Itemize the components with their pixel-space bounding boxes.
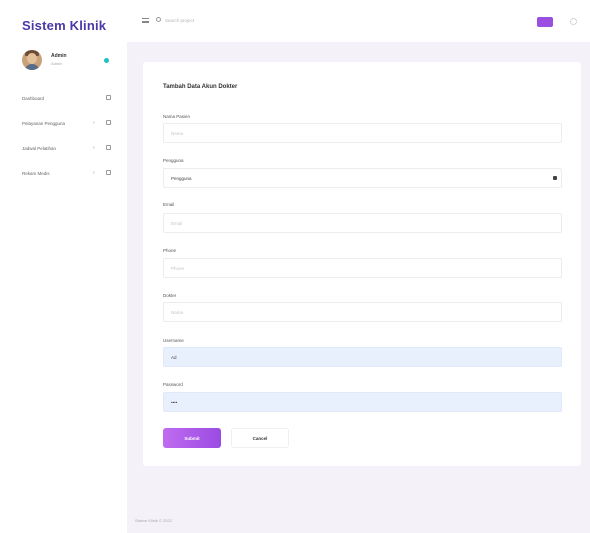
sidebar-item-pelayanan[interactable]: Pelayanan Pengguna › [0,111,127,136]
calendar-icon [106,145,111,150]
username-label: Username [163,338,184,343]
sidebar-item-rekam-medis[interactable]: Rekam Medis › [0,161,127,186]
sidebar-item-label: Pelayanan Pengguna [22,121,66,126]
user-profile[interactable]: Admin Admin [22,50,122,72]
sidebar-item-dashboard[interactable]: Dashboard [0,86,127,111]
sidebar-item-label: Jadwal Pelatihan [22,146,57,151]
grid-button[interactable] [537,17,553,27]
nama-pasien-input[interactable] [163,123,562,143]
pengguna-select-value: Pengguna [171,176,192,181]
username-field[interactable] [163,347,562,367]
footer-text: Sistem Klinik © 2022 [135,518,172,523]
dokter-field[interactable] [163,302,562,322]
dokter-label: Dokter [163,293,177,298]
cancel-button[interactable]: Cancel [231,428,289,448]
sidebar-item-label: Dashboard [22,96,45,101]
sidebar-item-label: Rekam Medis [22,171,50,176]
users-icon [106,120,111,125]
user-name: Admin [51,53,67,59]
sidebar-item-jadwal[interactable]: Jadwal Pelatihan › [0,136,127,161]
online-status-icon [104,58,109,63]
nama-pasien-label: Nama Pasien [163,114,191,119]
submit-button[interactable]: Submit [163,428,221,448]
pengguna-label: Pengguna [163,158,184,163]
user-role: Admin [51,61,63,66]
pengguna-select[interactable]: Pengguna [163,168,562,188]
chevron-right-icon: › [93,145,95,151]
email-field[interactable] [163,213,562,233]
search-icon [156,17,161,22]
chevron-down-icon [553,176,557,180]
email-label: Email [163,202,175,207]
hamburger-icon[interactable] [142,18,149,23]
chevron-right-icon: › [93,120,95,126]
sidebar-nav: Dashboard Pelayanan Pengguna › Jadwal Pe… [0,86,127,186]
form-card: Tambah Data Akun Dokter Nama Pasien Peng… [143,62,581,466]
dashboard-icon [106,95,111,100]
sidebar: Sistem Klinik Admin Admin Dashboard Pela… [0,0,127,533]
phone-label: Phone [163,248,177,253]
medical-record-icon [106,170,111,175]
avatar [22,50,42,70]
password-field[interactable] [163,392,562,412]
password-label: Password [163,382,183,387]
top-bar [127,0,590,42]
gear-icon[interactable] [570,18,577,25]
search-input[interactable] [165,15,285,25]
chevron-right-icon: › [93,170,95,176]
phone-field[interactable] [163,258,562,278]
form-title: Tambah Data Akun Dokter [163,84,238,90]
app-logo-title[interactable]: Sistem Klinik [22,18,106,33]
